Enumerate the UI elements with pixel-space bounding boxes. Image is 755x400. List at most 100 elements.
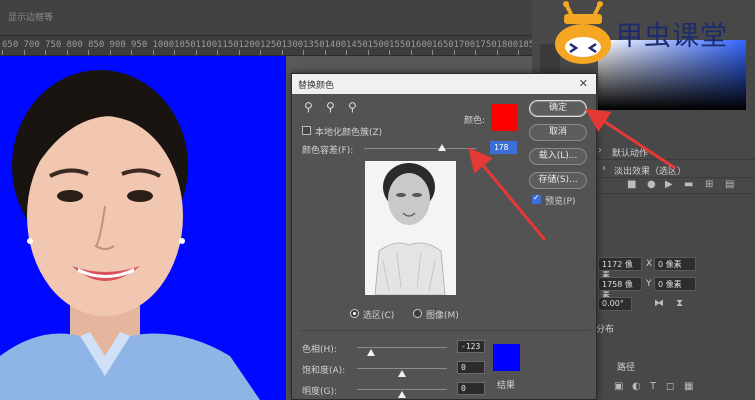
- source-color-swatch[interactable]: [491, 104, 518, 131]
- saturation-slider-thumb[interactable]: [398, 370, 406, 377]
- beetle-logo-icon: [555, 1, 611, 64]
- load-button[interactable]: 载入(L)...: [529, 148, 587, 165]
- ruler-tick-label: 1000: [152, 40, 175, 50]
- saturation-input[interactable]: 0: [457, 361, 485, 374]
- ruler-tick-mark: [389, 50, 390, 55]
- y-field[interactable]: 0 像素: [654, 277, 696, 291]
- ruler-tick-label: 1150: [217, 40, 239, 50]
- ruler-tick-mark: [453, 50, 455, 55]
- close-icon[interactable]: ✕: [579, 77, 588, 90]
- ruler-tick-mark: [518, 50, 519, 55]
- ruler-tick-label: 1600: [410, 40, 433, 50]
- dialog-divider: [300, 330, 590, 331]
- ruler-tick-mark: [346, 50, 347, 55]
- hue-input[interactable]: -123: [457, 340, 485, 353]
- new-action-icon[interactable]: ⊞: [705, 179, 713, 190]
- play-icon[interactable]: ▶: [665, 179, 673, 190]
- folder-icon[interactable]: ▬: [684, 179, 693, 190]
- ok-button[interactable]: 确定: [529, 100, 587, 117]
- result-label: 结果: [497, 381, 516, 391]
- stop-icon[interactable]: ■: [627, 179, 636, 190]
- document-tab[interactable]: 显示边框等: [8, 10, 53, 23]
- ruler-tick-mark: [174, 50, 175, 55]
- ruler-tick-mark: [23, 50, 25, 55]
- flip-vertical-icon[interactable]: ⧗: [676, 298, 683, 309]
- ruler-tick-mark: [217, 50, 218, 55]
- image-radio-label: 图像(M): [426, 311, 459, 321]
- ruler-tick-label: 1250: [260, 40, 282, 50]
- ruler-tick-mark: [260, 50, 261, 55]
- localized-clusters-label: 本地化颜色簇(Z): [315, 128, 383, 138]
- cancel-button[interactable]: 取消: [529, 124, 587, 141]
- eyedropper-minus-icon[interactable]: ⚲: [348, 100, 357, 114]
- x-label: X: [646, 259, 653, 269]
- result-color-swatch[interactable]: [493, 344, 520, 371]
- dialog-title-bar[interactable]: 替换颜色 ✕: [292, 74, 596, 94]
- type-filter-icon[interactable]: T: [650, 381, 656, 392]
- fuzziness-label: 颜色容差(F):: [302, 146, 354, 156]
- chevron-right-icon[interactable]: ›: [602, 163, 606, 174]
- hue-slider-thumb[interactable]: [367, 349, 376, 356]
- ruler-tick-mark: [367, 50, 369, 55]
- ruler-tick-mark: [432, 50, 433, 55]
- ruler-tick-mark: [281, 50, 283, 55]
- ruler-tick-mark: [66, 50, 68, 55]
- fuzziness-input[interactable]: 178: [490, 141, 517, 154]
- height-field[interactable]: 1758 像素: [598, 277, 642, 300]
- selection-radio[interactable]: [350, 309, 359, 318]
- fuzziness-slider-track[interactable]: [364, 148, 476, 149]
- horizontal-ruler: 650 700 750 800 850 900 950 1000 1050 1100 1150 120…: [0, 36, 540, 56]
- image-filter-icon[interactable]: ▣: [614, 381, 623, 392]
- ruler-tick-label: 1200: [238, 40, 261, 50]
- ruler-tick-label: 900: [109, 40, 126, 50]
- width-field[interactable]: 1172 像素: [598, 257, 642, 280]
- eyedropper-plus-icon[interactable]: ⚲: [326, 100, 335, 114]
- ruler-tick-mark: [238, 50, 240, 55]
- saturation-label: 饱和度(A):: [302, 366, 346, 376]
- preview-checkbox[interactable]: [532, 193, 541, 204]
- hue-slider-track[interactable]: [357, 347, 447, 348]
- localized-clusters-checkbox[interactable]: [302, 126, 311, 135]
- portrait-illustration: [0, 56, 286, 400]
- ruler-tick-label: 1300: [281, 40, 304, 50]
- ruler-tick-label: 1450: [346, 40, 368, 50]
- saturation-slider-track[interactable]: [357, 368, 447, 369]
- ruler-tick-label: 650: [2, 40, 19, 50]
- adjust-filter-icon[interactable]: ◐: [632, 381, 641, 392]
- ruler-tick-mark: [410, 50, 412, 55]
- paths-tab[interactable]: 路径: [617, 360, 635, 373]
- lightness-input[interactable]: 0: [457, 382, 485, 395]
- shape-filter-icon[interactable]: ◻: [666, 381, 674, 392]
- angle-field[interactable]: 0.00°: [598, 297, 632, 311]
- ruler-tick-label: 950: [131, 40, 148, 50]
- lightness-label: 明度(G):: [302, 387, 338, 397]
- chevron-right-icon[interactable]: ›: [598, 145, 602, 156]
- ruler-tick-label: 1350: [303, 40, 325, 50]
- ruler-tick-label: 1100: [195, 40, 218, 50]
- actions-default-label: 默认动作: [612, 149, 649, 159]
- selection-preview: [365, 161, 456, 295]
- hue-label: 色相(H):: [302, 345, 337, 355]
- eyedropper-icon[interactable]: ⚲: [304, 100, 313, 114]
- ruler-tick-label: 1500: [367, 40, 390, 50]
- trash-icon[interactable]: ▤: [725, 179, 734, 190]
- flip-horizontal-icon[interactable]: ⧓: [654, 298, 664, 309]
- ruler-tick-label: 1650: [432, 40, 454, 50]
- fuzziness-slider-thumb[interactable]: [438, 144, 447, 151]
- selection-radio-label: 选区(C): [363, 311, 395, 321]
- smart-filter-icon[interactable]: ▦: [684, 381, 693, 392]
- distribute-label: 分布: [596, 325, 615, 335]
- ruler-tick-label: 1750: [475, 40, 497, 50]
- logo-text: 甲虫课堂: [616, 21, 728, 52]
- ruler-tick-label: 700: [23, 40, 40, 50]
- ruler-tick-label: 1550: [389, 40, 411, 50]
- ruler-tick-label: 1400: [324, 40, 347, 50]
- lightness-slider-track[interactable]: [357, 389, 447, 390]
- lightness-slider-thumb[interactable]: [398, 391, 406, 398]
- ruler-tick-label: 850: [88, 40, 105, 50]
- save-button[interactable]: 存储(S)...: [529, 172, 587, 189]
- record-icon[interactable]: ●: [647, 179, 656, 190]
- x-field[interactable]: 0 像素: [654, 257, 696, 271]
- image-radio[interactable]: [413, 309, 422, 318]
- color-label: 颜色:: [464, 116, 486, 126]
